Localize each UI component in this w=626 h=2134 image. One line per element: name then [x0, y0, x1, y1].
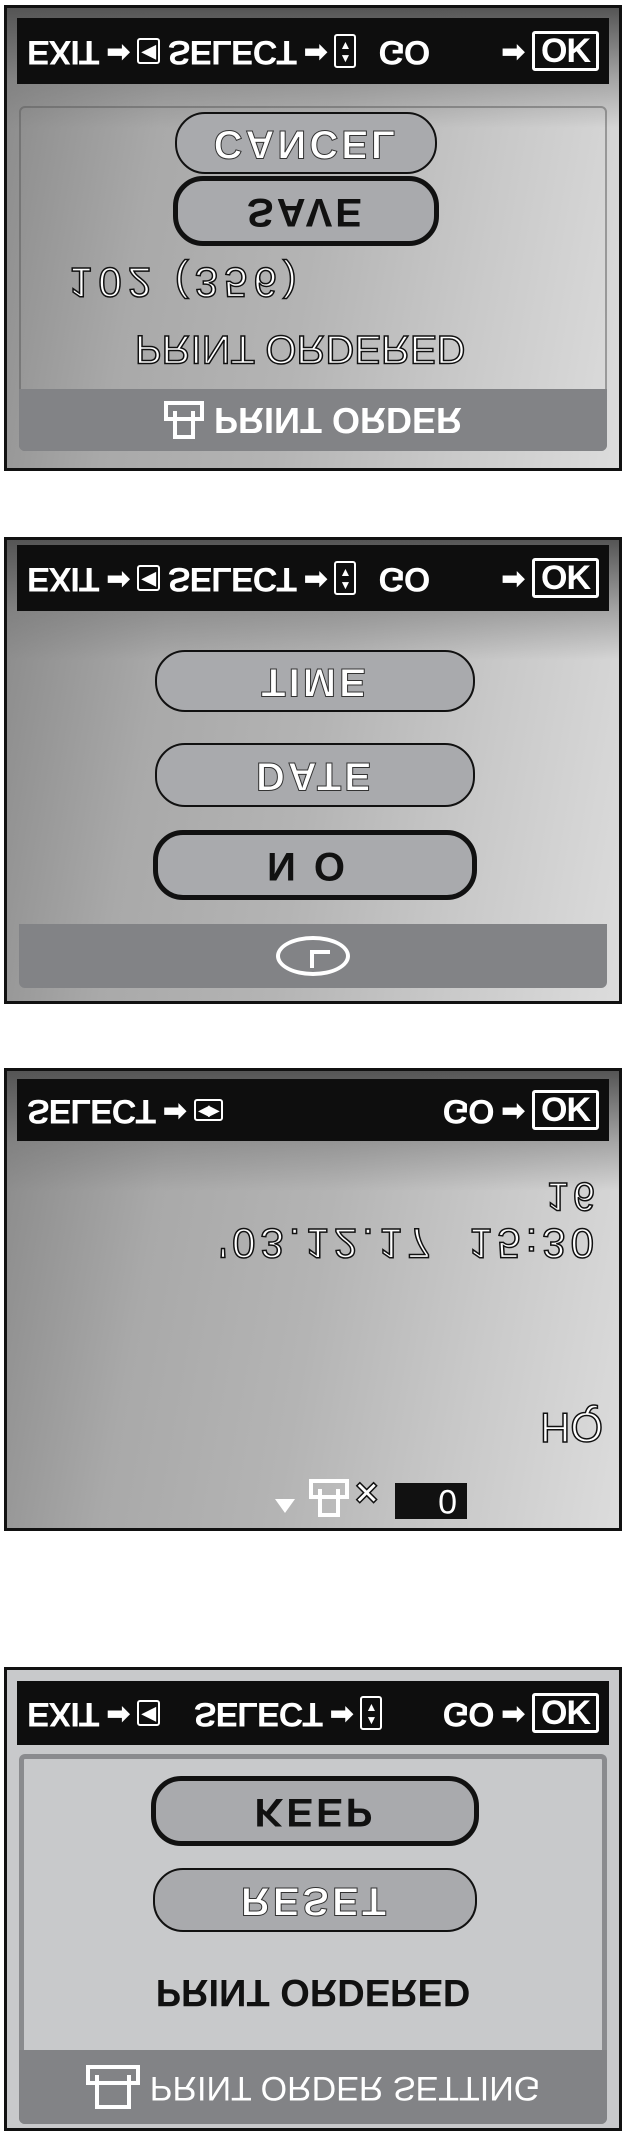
printer-icon	[163, 401, 204, 439]
print-count-box: 0	[395, 1482, 467, 1520]
exit-label: EXIT	[27, 32, 99, 71]
updown-key-icon: ▲▼	[360, 1696, 383, 1730]
go-label: GO	[442, 1694, 494, 1733]
updown-key-icon: ▲▼	[334, 561, 357, 595]
arrow-icon: ➡	[330, 1697, 353, 1729]
time-button[interactable]: TIME	[155, 650, 475, 712]
printer-icon	[85, 2065, 140, 2109]
cancel-button[interactable]: CANCEL	[175, 112, 437, 174]
ok-button[interactable]: OK	[532, 558, 599, 598]
leftright-key-icon: ◀▶	[193, 1099, 224, 1121]
go-label: GO	[378, 32, 430, 71]
exit-label: EXIT	[27, 1694, 99, 1733]
print-status: PRINT ORDERED	[134, 326, 466, 372]
screen-print-order-setting: EXIT ➡ ◀ SELECT ➡ ▲▼ GO ➡ OK KEEP RESET …	[4, 1667, 622, 2131]
left-key-icon: ◀	[137, 565, 160, 591]
arrow-icon: ➡	[106, 35, 130, 67]
screen-playback: SELECT ➡ ◀▶ GO ➡ OK 16 '03.12.17 15:30 H…	[4, 1068, 622, 1531]
go-label: GO	[442, 1091, 494, 1130]
print-status: PRINT ORDERED	[155, 1971, 471, 2013]
menu-title: PRINT ORDER SETTING	[149, 2068, 541, 2107]
select-label: SELECT	[167, 559, 297, 598]
select-label: SELECT	[27, 1091, 156, 1130]
control-bar: EXIT ➡ ◀ SELECT ➡ ▲▼ GO ➡ OK	[17, 545, 609, 611]
control-bar: EXIT ➡ ◀ SELECT ➡ ▲▼ GO ➡ OK	[17, 1681, 609, 1745]
reset-button[interactable]: RESET	[153, 1868, 477, 1932]
menu-footer: PRINT ORDER SETTING	[19, 2050, 607, 2124]
go-label: GO	[378, 559, 430, 598]
arrow-icon: ➡	[163, 1094, 186, 1126]
updown-key-icon: ▲▼	[334, 34, 357, 68]
arrow-icon: ➡	[106, 562, 130, 594]
clock-icon	[276, 936, 350, 976]
left-key-icon: ◀	[137, 1700, 160, 1726]
arrow-icon: ➡	[501, 35, 525, 67]
ok-button[interactable]: OK	[532, 1693, 599, 1733]
control-bar: SELECT ➡ ◀▶ GO ➡ OK	[17, 1079, 609, 1141]
no-button[interactable]: NO	[153, 830, 477, 900]
ok-button[interactable]: OK	[532, 31, 599, 71]
down-triangle-icon	[275, 1499, 295, 1513]
keep-button[interactable]: KEEP	[151, 1776, 479, 1846]
ok-button[interactable]: OK	[532, 1090, 599, 1130]
select-label: SELECT	[193, 1694, 323, 1733]
control-bar: EXIT ➡ ◀ SELECT ➡ ▲▼ GO ➡ OK	[17, 18, 609, 84]
menu-title: PRINT ORDER	[213, 400, 462, 441]
screen-print-order: EXIT ➡ ◀ SELECT ➡ ▲▼ GO ➡ OK CANCEL SAVE…	[4, 5, 622, 471]
save-button[interactable]: SAVE	[173, 176, 439, 246]
arrow-icon: ➡	[106, 1697, 130, 1729]
datetime: '03.12.17 15:30	[218, 1219, 599, 1268]
print-count: 102 (356)	[68, 258, 303, 307]
arrow-icon: ➡	[501, 1697, 525, 1729]
exit-label: EXIT	[27, 559, 99, 598]
frame-number: 16	[546, 1173, 600, 1219]
arrow-icon: ➡	[304, 562, 327, 594]
arrow-icon: ➡	[304, 35, 327, 67]
arrow-icon: ➡	[501, 1094, 525, 1126]
select-label: SELECT	[167, 32, 297, 71]
screen-date-time: EXIT ➡ ◀ SELECT ➡ ▲▼ GO ➡ OK TIME DATE N…	[4, 537, 622, 1004]
menu-footer	[19, 924, 607, 988]
print-multiplier: ×	[354, 1470, 379, 1516]
menu-footer: PRINT ORDER	[19, 389, 607, 451]
date-button[interactable]: DATE	[155, 743, 475, 807]
printer-icon	[309, 1479, 349, 1517]
left-key-icon: ◀	[137, 38, 160, 64]
quality: HQ	[539, 1403, 604, 1452]
arrow-icon: ➡	[501, 562, 525, 594]
